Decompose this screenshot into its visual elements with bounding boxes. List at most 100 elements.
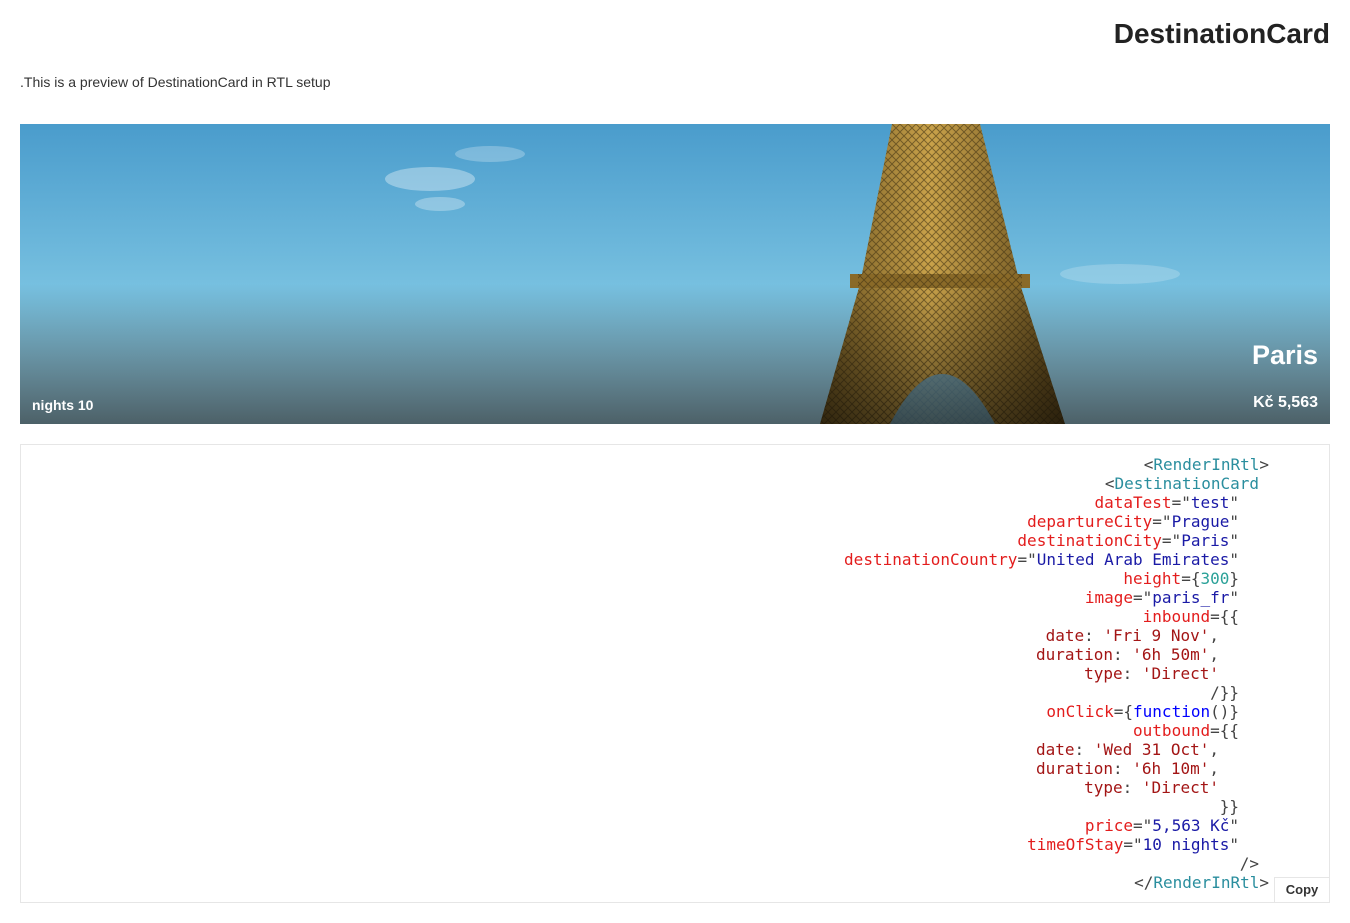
card-time-of-stay: nights 10 bbox=[32, 397, 94, 413]
code-token: }}= bbox=[1210, 607, 1239, 626]
code-token: { bbox=[1229, 569, 1239, 588]
code-token: 300 bbox=[1200, 569, 1230, 588]
code-token: =" bbox=[1161, 531, 1182, 550]
code-token: < bbox=[1259, 873, 1269, 892]
code-line: }}=inbound bbox=[844, 607, 1269, 626]
code-token: < bbox=[1259, 455, 1269, 474]
code-line: ,'duration: '6h 10m bbox=[844, 759, 1269, 778]
code-token: inbound bbox=[1142, 607, 1211, 626]
code-token: , bbox=[1209, 626, 1219, 645]
code-line: ,'date: 'Fri 9 Nov bbox=[844, 626, 1269, 645]
code-line: " dataTest="test bbox=[844, 493, 1269, 512]
code-token: " bbox=[1229, 531, 1239, 550]
code-token: }}= bbox=[1210, 721, 1239, 740]
code-token: destinationCountry bbox=[844, 550, 1018, 569]
destination-card[interactable]: Paris Kč 5,563 nights 10 bbox=[20, 124, 1330, 424]
code-line: 'type: 'Direct bbox=[844, 778, 1269, 797]
code-token: " bbox=[1229, 512, 1239, 531]
code-line: {() onClick={function bbox=[844, 702, 1269, 721]
code-token: Paris bbox=[1181, 531, 1230, 550]
code-token: outbound bbox=[1133, 721, 1211, 740]
code-token: Prague bbox=[1171, 512, 1230, 531]
code-token: {() bbox=[1210, 702, 1239, 721]
code-token: =" bbox=[1017, 550, 1037, 569]
code-token: departureCity bbox=[1027, 512, 1153, 531]
code-token: : bbox=[1113, 645, 1133, 664]
code-token: 5,563 Kč bbox=[1152, 816, 1230, 835]
code-token: '6h 50m bbox=[1132, 645, 1200, 664]
code-line: " image="paris_fr bbox=[844, 588, 1269, 607]
code-token: destinationCity bbox=[1017, 531, 1162, 550]
code-token: , bbox=[1209, 740, 1219, 759]
code-token: RenderInRtl bbox=[1153, 455, 1260, 474]
code-token: " bbox=[1229, 816, 1239, 835]
code-token: " bbox=[1229, 550, 1239, 569]
code-line: </ bbox=[844, 854, 1269, 873]
code-token: =" bbox=[1133, 588, 1153, 607]
card-destination-city: Paris bbox=[1251, 340, 1318, 370]
code-token: 'Direct bbox=[1141, 664, 1210, 683]
code-token: =" bbox=[1152, 512, 1172, 531]
code-token: : bbox=[1122, 664, 1142, 683]
code-token: </ bbox=[1239, 854, 1259, 873]
code-token: height bbox=[1123, 569, 1182, 588]
code-line: " destinationCity="Paris bbox=[844, 531, 1269, 550]
code-line: {{/ bbox=[844, 683, 1269, 702]
code-token: paris_fr bbox=[1152, 588, 1230, 607]
code-token: '6h 10m bbox=[1132, 759, 1200, 778]
code-line: <RenderInRtl/> bbox=[844, 873, 1269, 892]
code-token: DestinationCard bbox=[1114, 474, 1260, 493]
code-token: 'Fri 9 Nov bbox=[1103, 626, 1200, 645]
code-token: =" bbox=[1133, 816, 1153, 835]
code-token: " bbox=[1229, 493, 1239, 512]
code-token: 'Wed 31 Oct bbox=[1093, 740, 1200, 759]
page-title: DestinationCard bbox=[1113, 18, 1330, 49]
code-token: image bbox=[1084, 588, 1134, 607]
card-gradient-overlay bbox=[20, 284, 1330, 424]
code-token: : bbox=[1113, 759, 1133, 778]
code-token: timeOfStay bbox=[1027, 835, 1124, 854]
code-token: : bbox=[1074, 740, 1094, 759]
code-token: , bbox=[1209, 645, 1219, 664]
code-token: test bbox=[1190, 493, 1230, 512]
code-token: /> bbox=[1134, 873, 1154, 892]
code-token: : bbox=[1084, 626, 1104, 645]
code-token: {{ bbox=[1219, 797, 1239, 816]
code-line: {{ bbox=[844, 797, 1269, 816]
code-token: , bbox=[1209, 759, 1219, 778]
code-line: 'type: 'Direct bbox=[844, 664, 1269, 683]
copy-button[interactable]: Copy bbox=[1274, 877, 1329, 902]
code-token: {{/ bbox=[1210, 683, 1239, 702]
code-token: " bbox=[1229, 588, 1239, 607]
code-line: }}=outbound bbox=[844, 721, 1269, 740]
code-line: " destinationCountry="United Arab Emirate… bbox=[844, 550, 1269, 569]
code-token: United Arab Emirates bbox=[1036, 550, 1230, 569]
code-token: =" bbox=[1171, 493, 1191, 512]
code-token: " bbox=[1229, 835, 1239, 854]
code-line: ,'duration: '6h 50m bbox=[844, 645, 1269, 664]
code-token: RenderInRtl bbox=[1153, 873, 1260, 892]
code-line: DestinationCard> bbox=[844, 474, 1269, 493]
code-token: : bbox=[1122, 778, 1142, 797]
code-token: 'Direct bbox=[1141, 778, 1210, 797]
code-line: " timeOfStay="10 nights bbox=[844, 835, 1269, 854]
code-snippet-panel: <RenderInRtl> DestinationCard> "dataTest="… bbox=[20, 444, 1330, 903]
code-token: onClick bbox=[1046, 702, 1114, 721]
card-price: Kč 5,563 bbox=[1253, 394, 1318, 411]
code-line: { height={300 bbox=[844, 569, 1269, 588]
code-line: ,'date: 'Wed 31 Oct bbox=[844, 740, 1269, 759]
code-line: " departureCity="Prague bbox=[844, 512, 1269, 531]
code-token: > bbox=[1143, 455, 1154, 474]
code-snippet: <RenderInRtl> DestinationCard> "dataTest="… bbox=[844, 455, 1269, 892]
code-token: 10 nights bbox=[1142, 835, 1230, 854]
code-line: " price="5,563 Kč bbox=[844, 816, 1269, 835]
code-token: dataTest bbox=[1094, 493, 1172, 512]
code-token: =" bbox=[1123, 835, 1143, 854]
code-token: price bbox=[1084, 816, 1134, 835]
code-line: <RenderInRtl> bbox=[844, 455, 1269, 474]
code-token: ={ bbox=[1113, 702, 1134, 721]
code-token: > bbox=[1104, 474, 1115, 493]
code-token: function bbox=[1133, 702, 1211, 721]
code-token: ={ bbox=[1181, 569, 1201, 588]
page-description: .This is a preview of DestinationCard in… bbox=[20, 74, 331, 90]
